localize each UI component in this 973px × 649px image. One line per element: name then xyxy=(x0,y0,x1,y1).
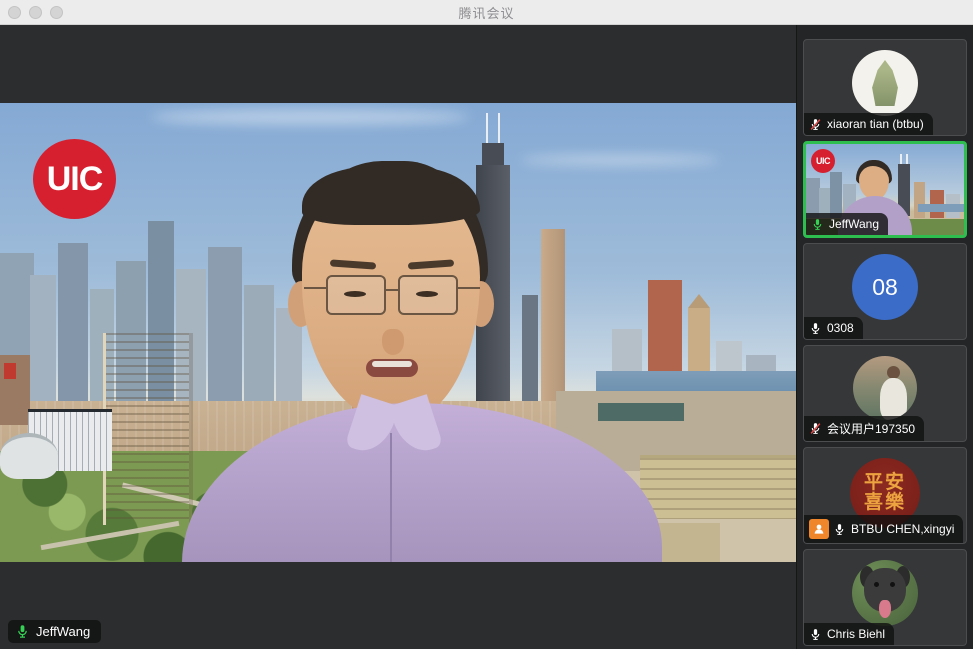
participant-name-pill: 0308 xyxy=(804,317,863,339)
participant-tile-btbu-chen[interactable]: 平安 喜樂 BTBU CHEN,xingyi xyxy=(803,447,967,544)
host-badge-icon xyxy=(809,519,829,539)
participant-name: xiaoran tian (btbu) xyxy=(827,117,924,131)
participant-name-pill: BTBU CHEN,xingyi xyxy=(804,515,963,543)
participant-name: Chris Biehl xyxy=(827,627,885,641)
participant-name: 会议用户197350 xyxy=(827,420,915,437)
uic-logo: UIC xyxy=(33,139,116,219)
avatar-initials: 08 xyxy=(872,274,898,301)
mic-muted-icon xyxy=(809,422,822,435)
main-speaker-name-pill: JeffWang xyxy=(8,620,101,643)
mic-on-icon xyxy=(809,628,822,641)
participant-name-pill: Chris Biehl xyxy=(804,623,894,645)
participant-tile-xiaoran-tian[interactable]: xiaoran tian (btbu) xyxy=(803,39,967,136)
avatar xyxy=(852,50,918,116)
mic-on-icon xyxy=(833,523,846,536)
participant-name: BTBU CHEN,xingyi xyxy=(851,522,954,536)
participant-name-pill: 会议用户197350 xyxy=(804,416,924,441)
participants-sidebar: xiaoran tian (btbu) UIC xyxy=(797,25,973,649)
titlebar: 腾讯会议 xyxy=(0,0,973,25)
uic-logo-mini: UIC xyxy=(811,149,835,173)
maximize-window-button[interactable] xyxy=(50,6,63,19)
close-window-button[interactable] xyxy=(8,6,21,19)
mic-on-icon xyxy=(809,322,822,335)
avatar: 08 xyxy=(852,254,918,320)
main-speaker-video: UIC xyxy=(0,103,796,562)
avatar xyxy=(852,560,918,626)
participant-name: JeffWang xyxy=(829,217,879,231)
participant-tile-jeffwang[interactable]: UIC JeffWang xyxy=(803,141,967,238)
participant-tile-meeting-user[interactable]: 会议用户197350 xyxy=(803,345,967,442)
mic-active-icon xyxy=(15,624,30,639)
participant-name-pill: JeffWang xyxy=(806,213,888,235)
participant-tile-0308[interactable]: 08 0308 xyxy=(803,243,967,340)
meeting-window: 腾讯会议 xyxy=(0,0,973,649)
minimize-window-button[interactable] xyxy=(29,6,42,19)
calligraphy-line1: 平安 xyxy=(864,473,906,493)
main-speaker-stage[interactable]: UIC xyxy=(0,25,796,649)
traffic-lights xyxy=(8,0,63,25)
calligraphy-line2: 喜樂 xyxy=(864,493,906,513)
main-speaker-name: JeffWang xyxy=(36,624,90,639)
participant-tile-chris-biehl[interactable]: Chris Biehl xyxy=(803,549,967,646)
participant-name: 0308 xyxy=(827,321,854,335)
participant-name-pill: xiaoran tian (btbu) xyxy=(804,113,933,135)
window-title: 腾讯会议 xyxy=(458,3,514,22)
mic-active-icon xyxy=(811,218,824,231)
mic-muted-icon xyxy=(809,118,822,131)
avatar xyxy=(853,356,917,420)
